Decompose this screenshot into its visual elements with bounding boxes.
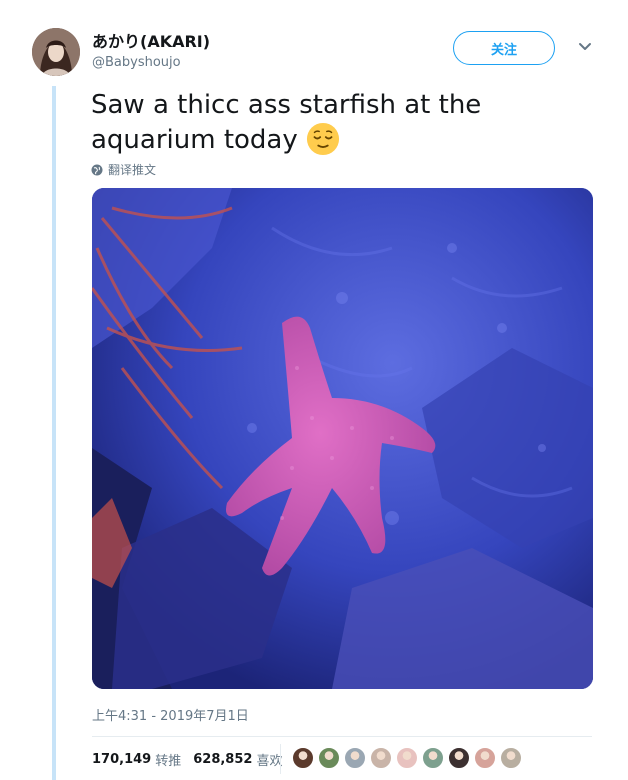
liker-avatar[interactable] — [474, 747, 496, 769]
liker-avatar[interactable] — [422, 747, 444, 769]
user-avatar[interactable] — [32, 28, 80, 76]
divider — [92, 736, 592, 737]
translate-tweet-link[interactable]: 翻译推文 — [91, 161, 156, 178]
user-handle[interactable]: @Babyshoujo — [92, 55, 181, 71]
stats-separator — [280, 744, 281, 774]
retweet-count[interactable]: 170,149 — [92, 752, 151, 767]
liker-avatar[interactable] — [500, 747, 522, 769]
tweet-text: Saw a thicc ass starfish at the aquarium… — [91, 88, 591, 157]
tweet-body: Saw a thicc ass starfish at the aquarium… — [91, 90, 482, 155]
liker-avatar[interactable] — [292, 747, 314, 769]
liker-avatars — [292, 747, 522, 769]
tweet-stats: 170,149 转推 628,852 喜欢 — [92, 750, 294, 769]
globe-icon — [91, 164, 103, 175]
liker-avatar[interactable] — [396, 747, 418, 769]
like-label[interactable]: 喜欢 — [256, 750, 282, 769]
relieved-face-emoji — [306, 122, 339, 156]
liker-avatar[interactable] — [448, 747, 470, 769]
translate-label: 翻译推文 — [108, 163, 157, 177]
display-name[interactable]: あかり(AKARI) — [92, 32, 210, 52]
thread-line — [52, 86, 56, 780]
follow-button[interactable]: 关注 — [453, 31, 555, 65]
tweet-timestamp[interactable]: 上午4:31 - 2019年7月1日 — [92, 705, 249, 724]
retweet-label[interactable]: 转推 — [155, 750, 181, 769]
chevron-down-icon[interactable] — [578, 42, 592, 52]
liker-avatar[interactable] — [370, 747, 392, 769]
liker-avatar[interactable] — [344, 747, 366, 769]
starfish-photo[interactable] — [92, 188, 593, 689]
like-count[interactable]: 628,852 — [193, 752, 252, 767]
liker-avatar[interactable] — [318, 747, 340, 769]
